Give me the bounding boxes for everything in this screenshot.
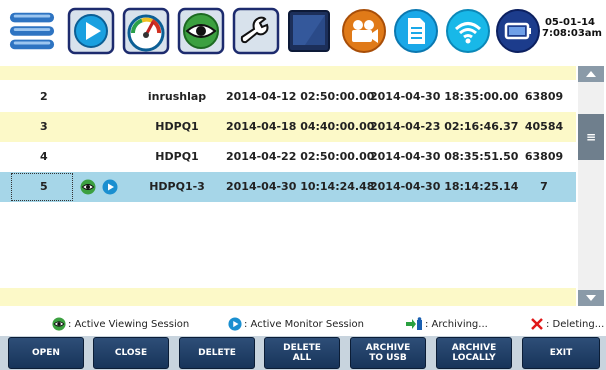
delete-x-icon [531,318,543,330]
legend-archiving-label: : Archiving... [425,318,488,330]
delete-all-label-line1: DELETE [283,343,321,353]
time-text: 7:08:03am [542,28,602,39]
legend-viewing: : Active Viewing Session [52,317,189,331]
archive-locally-button[interactable]: ARCHIVE LOCALLY [436,337,512,369]
archive-local-label-line2: LOCALLY [452,353,496,363]
date-text: 05-01-14 [544,17,596,28]
table-row-selected[interactable]: 5 HDPQ1-3 2014-04-30 10:14:24.48 2014-04… [0,172,576,202]
open-button[interactable]: OPEN [8,337,84,369]
exit-button[interactable]: EXIT [522,337,600,369]
row-name: HDPQ1 [155,150,199,163]
top-toolbar: 05-01-14 7:08:03am [0,0,606,64]
camera-icon[interactable] [340,7,388,55]
chevron-down-icon [586,295,596,301]
eye-view-icon[interactable] [177,7,225,55]
row-id: 2 [40,90,48,103]
session-table: 2 inrushlap 2014-04-12 02:50:00.00 2014-… [0,66,576,306]
active-monitor-icon [228,317,242,331]
row-start-time: 2014-04-22 02:50:00.00 [226,150,375,163]
archive-local-label-line1: ARCHIVE [451,343,497,353]
row-name: inrushlap [147,90,207,103]
datetime-display: 05-01-14 7:08:03am [542,17,602,39]
row-name: HDPQ1-3 [149,180,205,193]
active-monitor-icon [102,179,118,195]
scroll-up-button[interactable] [578,66,604,82]
status-legend: : Active Viewing Session : Active Monito… [0,315,606,335]
scroll-down-button[interactable] [578,290,604,306]
row-end-time: 2014-04-30 18:14:25.14 [370,180,519,193]
document-icon[interactable] [392,7,440,55]
archive-usb-label-line1: ARCHIVE [365,343,411,353]
delete-all-button[interactable]: DELETE ALL [264,337,340,369]
row-end-time: 2014-04-30 18:35:00.00 [370,90,519,103]
table-row[interactable]: 3 HDPQ1 2014-04-18 04:40:00.00 2014-04-2… [0,112,576,142]
row-end-time: 2014-04-23 02:16:46.37 [370,120,519,133]
row-start-time: 2014-04-30 10:14:24.48 [226,180,375,193]
active-viewing-icon [52,317,66,331]
wifi-icon[interactable] [444,7,492,55]
row-size: 40584 [524,120,564,133]
delete-all-label-line2: ALL [292,353,312,363]
row-start-time: 2014-04-12 02:50:00.00 [226,90,375,103]
table-footer-strip [0,288,576,306]
exit-button-label: EXIT [549,348,573,358]
wrench-icon[interactable] [232,7,280,55]
open-button-label: OPEN [32,348,60,358]
close-button-label: CLOSE [114,348,148,358]
row-name: HDPQ1 [155,120,199,133]
delete-button-label: DELETE [198,348,236,358]
row-id: 5 [40,180,48,193]
bottom-button-bar: OPEN CLOSE DELETE DELETE ALL ARCHIVE TO … [0,336,606,370]
active-viewing-icon [80,179,96,195]
battery-icon[interactable] [494,7,542,55]
row-start-time: 2014-04-18 04:40:00.00 [226,120,375,133]
row-size: 63809 [524,90,564,103]
table-row[interactable]: 2 inrushlap 2014-04-12 02:50:00.00 2014-… [0,82,576,112]
close-button[interactable]: CLOSE [93,337,169,369]
table-scrollbar[interactable]: ≡ [578,66,604,306]
legend-viewing-label: : Active Viewing Session [68,318,190,330]
menu-icon[interactable] [8,7,56,55]
row-end-time: 2014-04-30 08:35:51.50 [370,150,519,163]
row-size: 7 [540,180,548,193]
legend-monitor-label: : Active Monitor Session [244,318,365,330]
play-monitor-icon[interactable] [67,7,115,55]
archive-to-usb-button[interactable]: ARCHIVE TO USB [350,337,426,369]
grip-icon: ≡ [585,130,597,144]
delete-button[interactable]: DELETE [179,337,255,369]
table-header-strip [0,66,576,80]
row-id: 3 [40,120,48,133]
legend-archiving: : Archiving... [405,317,488,331]
row-id: 4 [40,150,48,163]
archive-usb-label-line2: TO USB [369,353,407,363]
scroll-thumb[interactable]: ≡ [578,114,604,160]
row-status-icons [80,179,118,195]
archiving-icon [406,317,422,330]
legend-monitor: : Active Monitor Session [228,317,364,331]
gauge-icon[interactable] [122,7,170,55]
legend-deleting: : Deleting... [530,317,604,331]
table-row[interactable]: 4 HDPQ1 2014-04-22 02:50:00.00 2014-04-3… [0,142,576,172]
row-size: 63809 [524,150,564,163]
legend-deleting-label: : Deleting... [546,318,605,330]
screen-icon[interactable] [285,7,333,55]
chevron-up-icon [586,71,596,77]
